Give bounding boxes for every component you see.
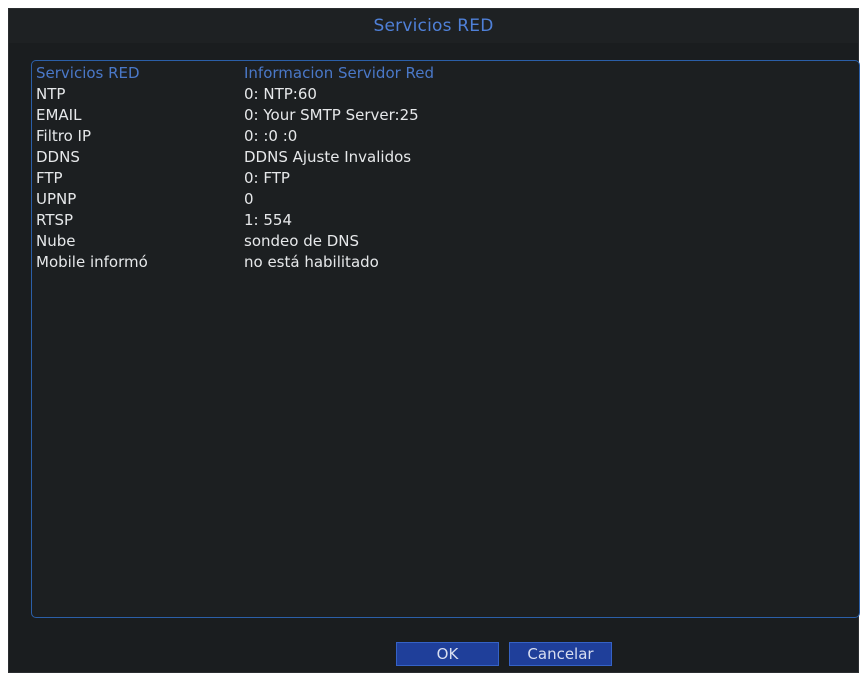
list-item-mobile[interactable]: Mobile informó no está habilitado xyxy=(32,252,859,273)
network-services-dialog: Servicios RED Servicios RED Informacion … xyxy=(8,8,860,673)
service-info: 0: NTP:60 xyxy=(244,85,317,103)
service-name: FTP xyxy=(36,169,63,187)
ok-button[interactable]: OK xyxy=(396,642,499,666)
list-header: Servicios RED Informacion Servidor Red xyxy=(32,63,859,84)
list-item-upnp[interactable]: UPNP 0 xyxy=(32,189,859,210)
list-item-ftp[interactable]: FTP 0: FTP xyxy=(32,168,859,189)
service-name: DDNS xyxy=(36,148,80,166)
list-item-cloud[interactable]: Nube sondeo de DNS xyxy=(32,231,859,252)
cancel-button[interactable]: Cancelar xyxy=(509,642,612,666)
list-item-rtsp[interactable]: RTSP 1: 554 xyxy=(32,210,859,231)
service-name: RTSP xyxy=(36,211,74,229)
service-info: 0: Your SMTP Server:25 xyxy=(244,106,419,124)
column-header-info: Informacion Servidor Red xyxy=(244,64,435,82)
service-info: no está habilitado xyxy=(244,253,379,271)
title-bar: Servicios RED xyxy=(9,9,858,43)
button-bar: OK Cancelar xyxy=(9,642,858,666)
column-header-service: Servicios RED xyxy=(36,64,140,82)
service-name: EMAIL xyxy=(36,106,82,124)
dialog-title: Servicios RED xyxy=(373,16,494,36)
service-info: 0: :0 :0 xyxy=(244,127,298,145)
service-name: Mobile informó xyxy=(36,253,148,271)
service-info: DDNS Ajuste Invalidos xyxy=(244,148,412,166)
list-item-ddns[interactable]: DDNS DDNS Ajuste Invalidos xyxy=(32,147,859,168)
service-info: 0: FTP xyxy=(244,169,290,187)
service-info: 0 xyxy=(244,190,254,208)
services-list[interactable]: Servicios RED Informacion Servidor Red N… xyxy=(31,60,860,618)
list-item-ip-filter[interactable]: Filtro IP 0: :0 :0 xyxy=(32,126,859,147)
list-item-email[interactable]: EMAIL 0: Your SMTP Server:25 xyxy=(32,105,859,126)
service-info: sondeo de DNS xyxy=(244,232,360,250)
service-name: NTP xyxy=(36,85,66,103)
service-name: UPNP xyxy=(36,190,77,208)
service-name: Nube xyxy=(36,232,76,250)
list-item-ntp[interactable]: NTP 0: NTP:60 xyxy=(32,84,859,105)
service-name: Filtro IP xyxy=(36,127,92,145)
service-info: 1: 554 xyxy=(244,211,292,229)
